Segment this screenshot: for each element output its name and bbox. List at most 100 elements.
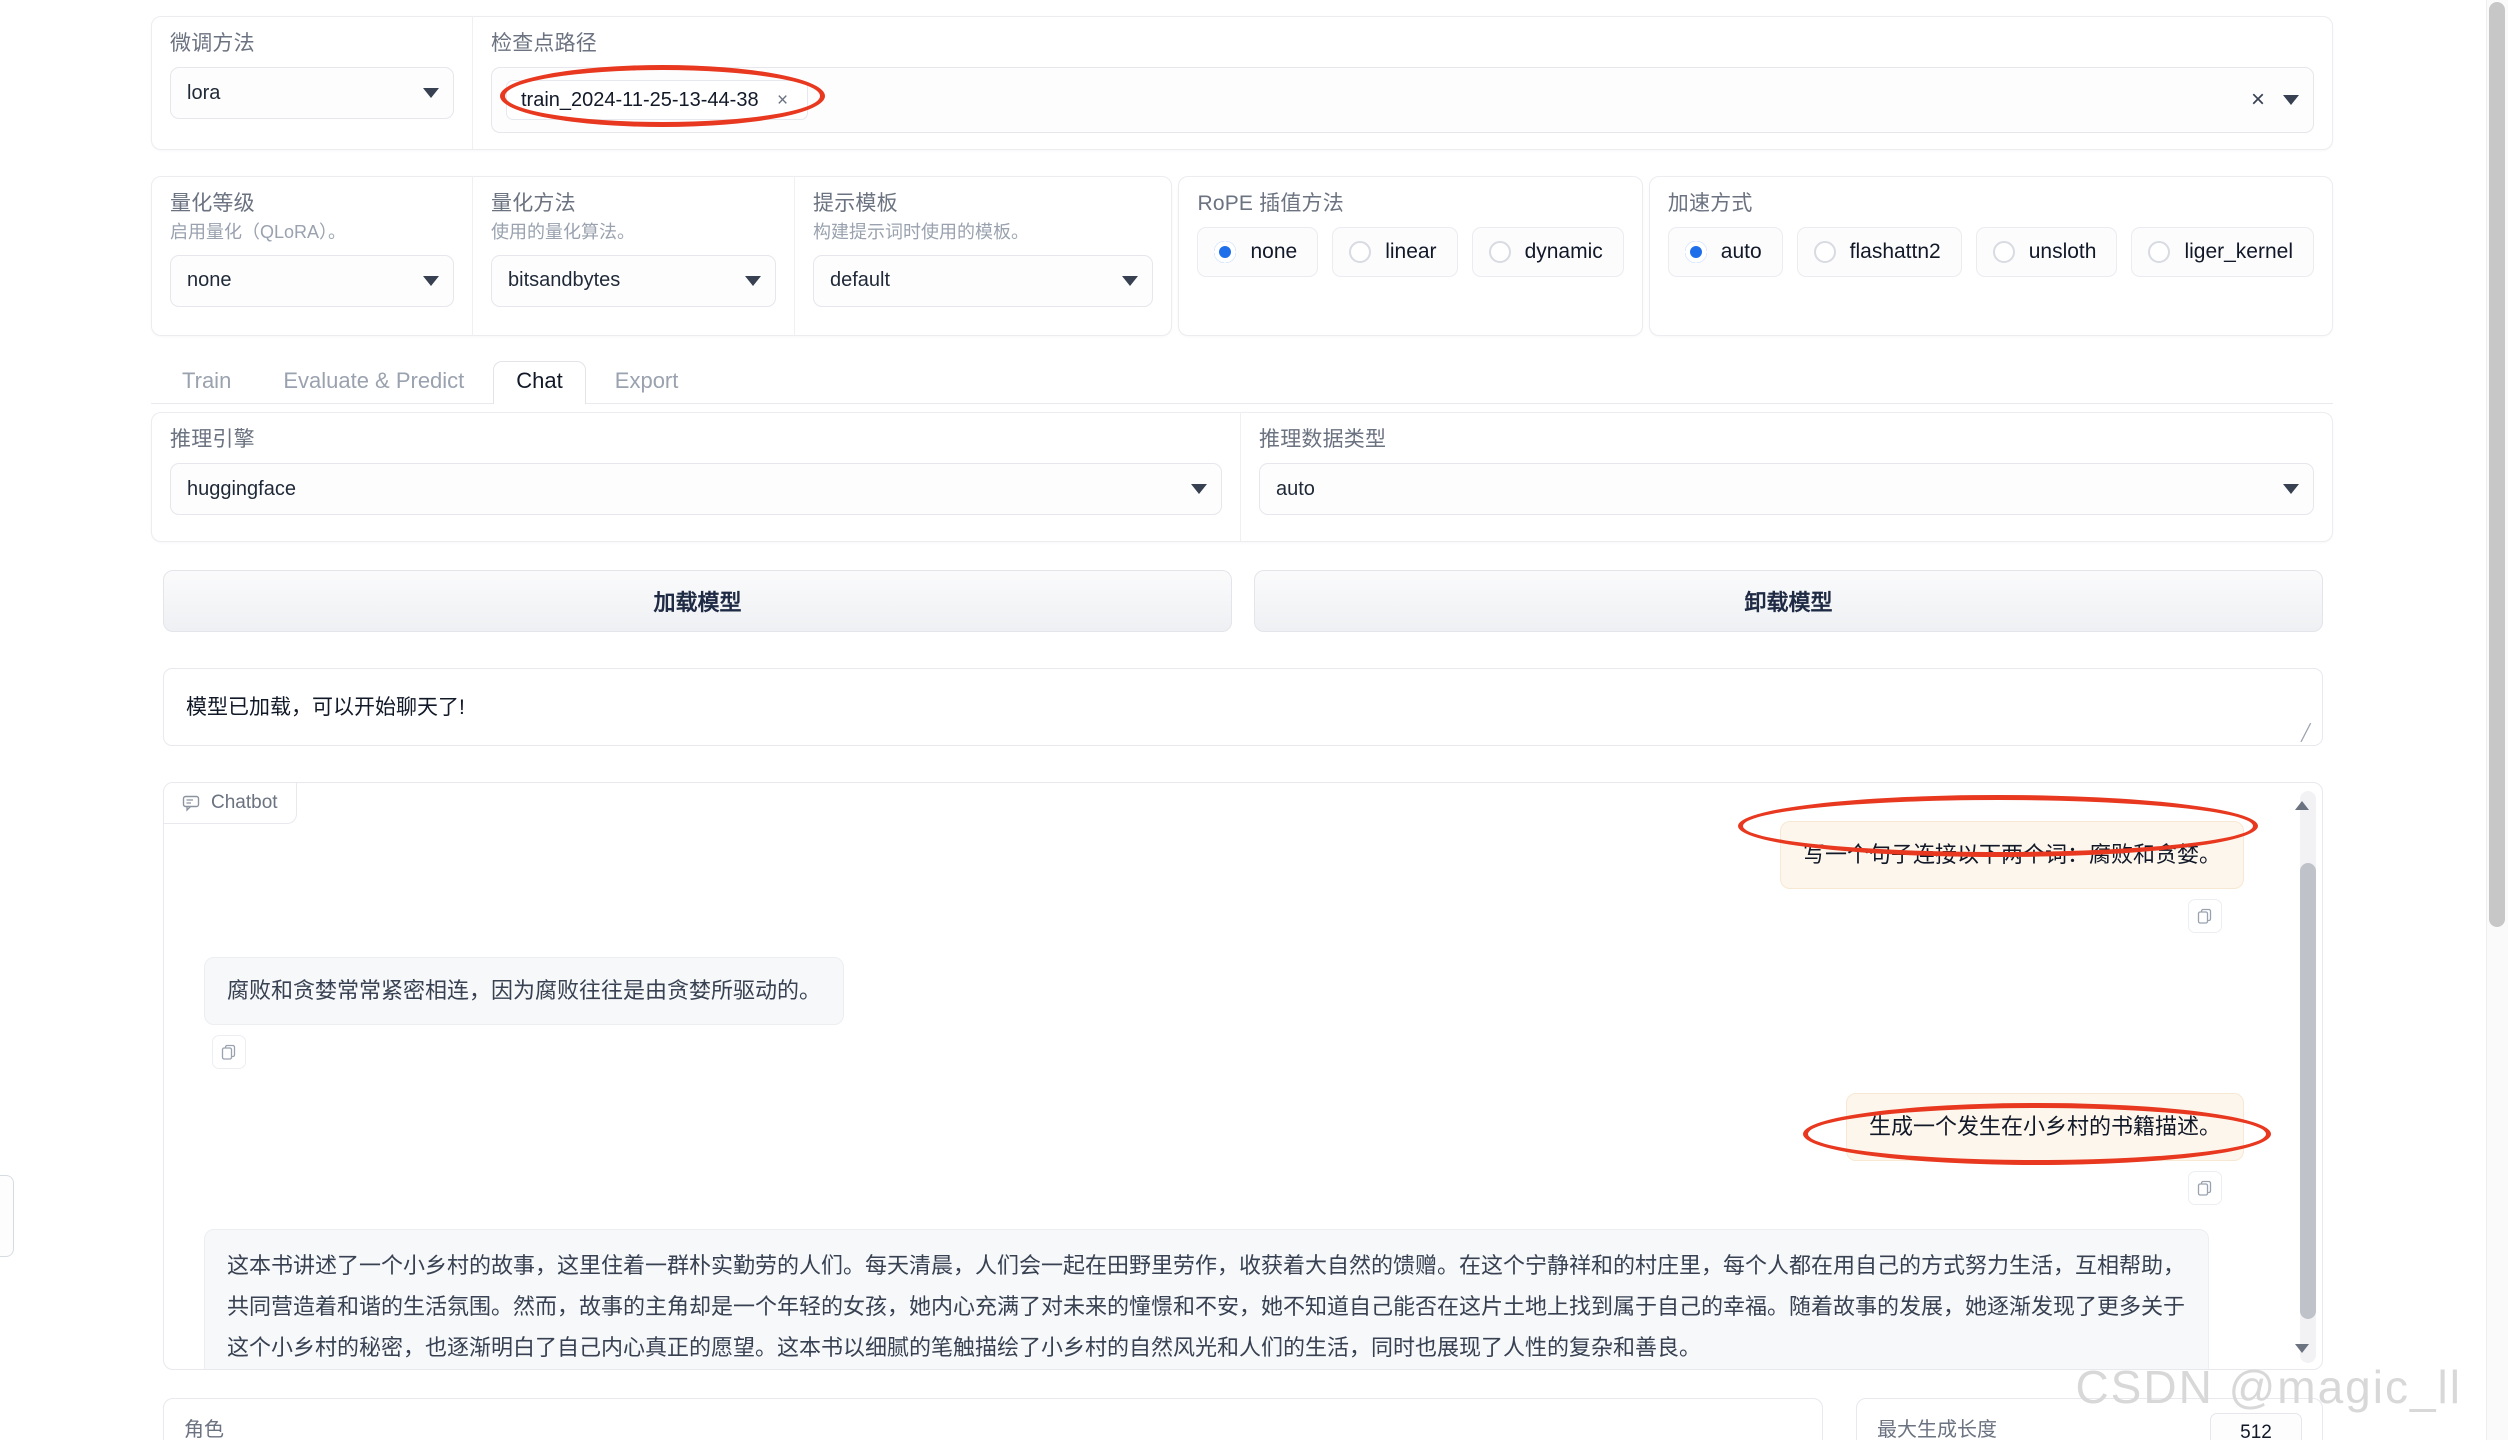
chevron-down-icon [745,275,761,286]
rope-scaling-radio-group: none linear dynamic [1197,227,1624,278]
booster-option-unsloth-label: unsloth [2028,240,2097,264]
booster-option-liger-kernel[interactable]: liger_kernel [2131,227,2314,278]
infer-dtype-value: auto [1276,477,1315,500]
close-icon[interactable]: × [771,88,795,112]
finetuning-method-label: 微调方法 [170,32,255,55]
quantization-method-value: bitsandbytes [508,269,621,292]
quantization-bit-cell: 量化等级 启用量化（QLoRA）。 none [152,177,472,335]
prompt-template-cell: 提示模板 构建提示词时使用的模板。 default [794,177,1171,335]
finetuning-method-dropdown[interactable]: lora [170,67,454,120]
role-label: 角色 [184,1419,224,1440]
booster-option-auto-label: auto [1720,240,1762,264]
chatbot-panel: Chatbot 写一个句子连接以下两个词：腐败和贪婪。 腐败和贪婪常常紧密相连， [163,782,2323,1370]
prompt-template-dropdown[interactable]: default [813,254,1154,307]
rope-option-dynamic-label: dynamic [1524,240,1603,264]
chat-bubble-bot: 腐败和贪婪常常紧密相连，因为腐败往往是由贪婪所驱动的。 [204,957,845,1026]
chat-bubble-user: 生成一个发生在小乡村的书籍描述。 [1845,1093,2244,1162]
chevron-down-icon [423,275,439,286]
tab-evaluate-predict[interactable]: Evaluate & Predict [260,361,487,404]
radio-icon [1349,241,1372,264]
tab-chat[interactable]: Chat [493,361,586,405]
copy-row-user-2 [204,1171,2244,1206]
radio-icon [1488,241,1511,264]
infer-backend-cell: 推理引擎 huggingface [152,413,1240,541]
checkpoint-path-cell: 检查点路径 train_2024-11-25-13-44-38 × × [472,17,2332,149]
booster-option-unsloth[interactable]: unsloth [1975,227,2118,278]
infer-backend-value: huggingface [187,477,296,500]
model-status-textbox[interactable]: 模型已加载，可以开始聊天了! ╱ [163,668,2323,746]
booster-option-liger-kernel-label: liger_kernel [2184,240,2293,264]
rope-scaling-label: RoPE 插值方法 [1197,192,1344,215]
chevron-down-icon [2283,484,2299,495]
rope-option-dynamic[interactable]: dynamic [1471,227,1624,278]
copy-glyph [221,1045,236,1060]
chat-message-bot-2: 这本书讲述了一个小乡村的故事，这里住着一群朴实勤劳的人们。每天清晨，人们会一起在… [204,1229,2244,1369]
resize-handle-icon[interactable]: ╱ [2301,726,2315,742]
booster-panel: 加速方式 auto flashattn2 unsloth liger_kerne… [1648,176,2333,336]
inference-config-row: 推理引擎 huggingface 推理数据类型 auto [151,412,2333,542]
booster-option-flashattn2[interactable]: flashattn2 [1796,227,1962,278]
quantization-bit-label: 量化等级 [170,192,255,215]
copy-icon[interactable] [212,1035,246,1070]
max-new-tokens-label: 最大生成长度 [1877,1419,1997,1440]
copy-icon[interactable] [2188,1171,2222,1206]
infer-dtype-cell: 推理数据类型 auto [1240,413,2332,541]
page-scrollbar-track[interactable] [2486,0,2508,1440]
chat-message-list: 写一个句子连接以下两个词：腐败和贪婪。 腐败和贪婪常常紧密相连，因为腐败往往是由… [164,783,2284,1369]
chat-message-bot-1: 腐败和贪婪常常紧密相连，因为腐败往往是由贪婪所驱动的。 [204,957,2244,1026]
chat-bubble-user: 写一个句子连接以下两个词：腐败和贪婪。 [1779,821,2244,890]
clear-all-icon[interactable]: × [2251,88,2265,112]
unload-model-button[interactable]: 卸载模型 [1254,570,2323,632]
page-scrollbar-thumb[interactable] [2489,2,2505,927]
checkpoint-actions: × [2251,88,2299,112]
chevron-up-icon[interactable] [2295,801,2309,810]
chevron-down-icon [423,88,439,99]
quantization-bit-dropdown[interactable]: none [170,254,454,307]
radio-icon [1813,241,1836,264]
chat-scrollbar-thumb[interactable] [2300,863,2316,1319]
quantization-method-dropdown[interactable]: bitsandbytes [491,254,776,307]
rope-option-linear[interactable]: linear [1332,227,1458,278]
infer-backend-dropdown[interactable]: huggingface [170,463,1222,516]
booster-option-auto[interactable]: auto [1667,227,1783,278]
checkpoint-path-multiselect[interactable]: train_2024-11-25-13-44-38 × × [491,67,2314,134]
booster-option-flashattn2-label: flashattn2 [1849,240,1941,264]
tab-export[interactable]: Export [592,361,702,404]
load-model-button[interactable]: 加载模型 [163,570,1232,632]
main-tabs: Train Evaluate & Predict Chat Export [151,358,2333,405]
chatbot-badge: Chatbot [164,783,297,824]
advanced-config-row: 量化等级 启用量化（QLoRA）。 none 量化方法 使用的量化算法。 bit… [151,176,2333,336]
role-field-panel: 角色 [163,1398,1823,1440]
checkpoint-token[interactable]: train_2024-11-25-13-44-38 × [506,80,808,121]
radio-icon [1992,241,2015,264]
radio-icon [2148,241,2171,264]
max-new-tokens-input[interactable]: 512 [2210,1413,2302,1440]
finetuning-method-value: lora [187,81,221,104]
chevron-down-icon [1191,484,1207,495]
chat-bubble-icon [182,795,200,812]
copy-glyph [2197,1181,2212,1196]
quant-template-panel: 量化等级 启用量化（QLoRA）。 none 量化方法 使用的量化算法。 bit… [151,176,1173,336]
model-status-text: 模型已加载，可以开始聊天了! [186,696,465,719]
chevron-down-icon[interactable] [2283,95,2299,106]
rope-option-none[interactable]: none [1197,227,1319,278]
quantization-method-cell: 量化方法 使用的量化算法。 bitsandbytes [472,177,794,335]
chat-message-user-2: 生成一个发生在小乡村的书籍描述。 [204,1093,2244,1162]
app-root: 微调方法 lora 检查点路径 train_2024-11-25-13-44-3… [0,0,2508,1440]
rope-scaling-panel: RoPE 插值方法 none linear dynamic [1178,176,1643,336]
prompt-template-description: 构建提示词时使用的模板。 [813,222,1029,243]
chat-message-user-1: 写一个句子连接以下两个词：腐败和贪婪。 [204,821,2244,890]
quantization-method-label: 量化方法 [491,192,576,215]
chatbot-badge-label: Chatbot [211,791,278,813]
quantization-bit-description: 启用量化（QLoRA）。 [170,222,347,243]
chevron-down-icon[interactable] [2295,1344,2309,1353]
copy-row-user-1 [204,899,2244,934]
radio-icon [1684,241,1707,264]
tab-train[interactable]: Train [159,361,254,404]
infer-backend-label: 推理引擎 [170,428,255,451]
infer-dtype-dropdown[interactable]: auto [1259,463,2314,516]
quantization-bit-value: none [187,269,232,292]
copy-icon[interactable] [2188,899,2222,934]
watermark: CSDN @magic_ll [2075,1361,2462,1413]
model-config-row: 微调方法 lora 检查点路径 train_2024-11-25-13-44-3… [151,16,2333,150]
